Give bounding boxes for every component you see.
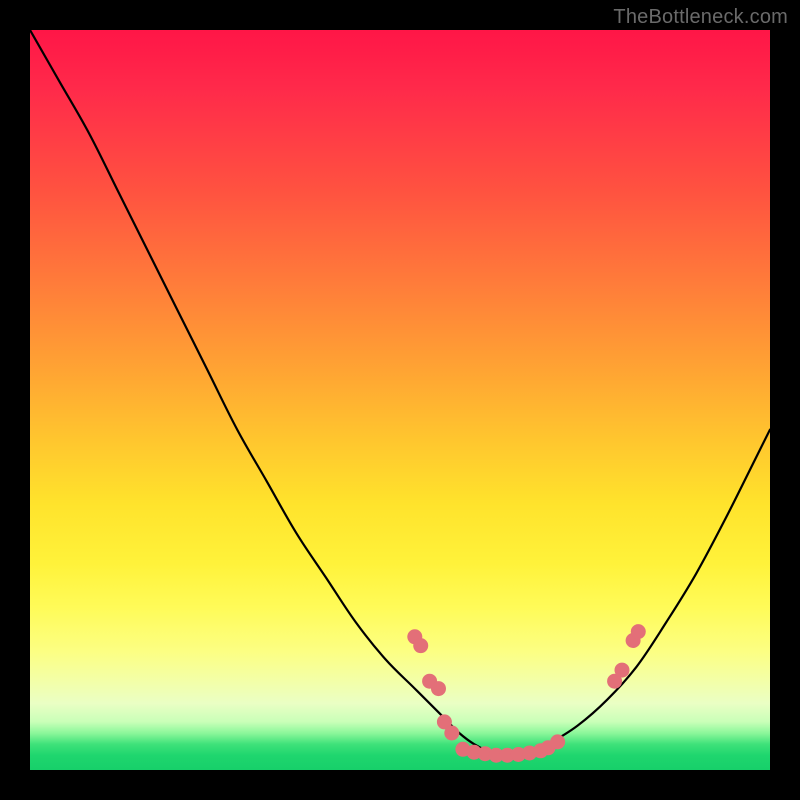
highlight-markers [407,624,645,763]
bottleneck-curve [30,30,770,755]
marker-dot [550,734,565,749]
marker-dot [413,638,428,653]
marker-dot [615,663,630,678]
chart-svg [30,30,770,770]
marker-dot [631,624,646,639]
plot-area [30,30,770,770]
marker-dot [431,681,446,696]
marker-dot [444,726,459,741]
chart-frame: TheBottleneck.com [0,0,800,800]
watermark-text: TheBottleneck.com [613,6,788,29]
